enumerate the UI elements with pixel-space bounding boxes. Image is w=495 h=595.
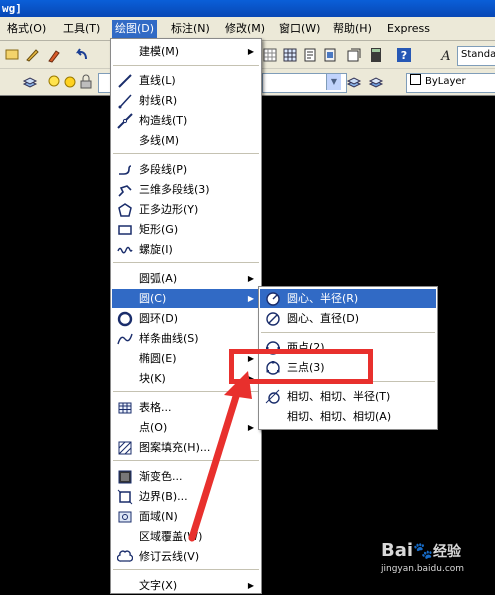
3d-polyline-icon <box>118 185 132 197</box>
submenu-item-tan-tan-tan[interactable]: 相切、相切、相切(A) <box>260 407 436 426</box>
menu-item-helix[interactable]: 螺旋(I) <box>112 240 260 259</box>
menu-item-multiline[interactable]: 多线(M) <box>112 131 260 150</box>
menu-separator <box>113 262 259 263</box>
menu-item-point[interactable]: 点(O) ▶ <box>112 418 260 437</box>
menu-modify[interactable]: 修改(M) <box>222 20 268 38</box>
color-swatch <box>410 74 421 85</box>
circle-tangent-icon <box>265 389 280 404</box>
layer-manager-icon[interactable] <box>22 74 38 90</box>
polygon-icon <box>118 203 132 217</box>
draw-menu: 建模(M) ▶ 直线(L) 射线(R) 构造线(T) 多线(M) 多段线(P) 三… <box>110 38 262 594</box>
window-title-bar: wg] <box>0 0 495 17</box>
color-control-combo[interactable]: ByLayer <box>406 73 495 93</box>
menu-item-spline[interactable]: 样条曲线(S) <box>112 329 260 348</box>
menu-separator <box>113 153 259 154</box>
layer-previous-icon[interactable] <box>368 74 384 90</box>
menu-item-construction-line[interactable]: 构造线(T) <box>112 111 260 130</box>
sheet-set-icon[interactable] <box>346 47 362 63</box>
match-properties-icon[interactable] <box>4 47 20 63</box>
watermark-brand-suffix: 经验 <box>432 544 461 560</box>
submenu-item-tan-tan-radius[interactable]: 相切、相切、半径(T) <box>260 387 436 406</box>
menu-separator <box>113 569 259 570</box>
pencil-icon[interactable] <box>24 47 40 63</box>
polyline-icon <box>119 165 132 175</box>
make-layer-current-icon[interactable] <box>346 74 362 90</box>
menu-item-revision-cloud[interactable]: 修订云线(V) <box>112 547 260 566</box>
submenu-arrow-icon: ▶ <box>247 294 254 303</box>
watermark-brand: Bai <box>381 540 414 561</box>
design-center-icon[interactable] <box>302 47 318 63</box>
window-title: wg] <box>2 2 22 15</box>
revision-cloud-icon <box>117 550 133 562</box>
table-icon <box>118 402 132 414</box>
menu-item-polygon[interactable]: 正多边形(Y) <box>112 200 260 219</box>
ray-icon <box>118 94 132 109</box>
tool-palette-icon[interactable] <box>262 47 278 63</box>
submenu-item-center-radius[interactable]: 圆心、半径(R) <box>260 289 436 308</box>
menu-item-donut[interactable]: 圆环(D) <box>112 309 260 328</box>
highlight-box-annotation <box>229 349 373 384</box>
submenu-arrow-icon: ▶ <box>247 274 254 283</box>
watermark: Bai🐾经验 jingyan.baidu.com <box>381 540 491 590</box>
calculator-icon[interactable] <box>368 47 384 63</box>
menu-help[interactable]: 帮助(H) <box>330 20 375 38</box>
help-icon[interactable]: ? <box>396 47 412 63</box>
light-bulb-icon <box>48 75 60 87</box>
menu-item-3d-polyline[interactable]: 三维多段线(3) <box>112 180 260 199</box>
menu-item-gradient[interactable]: 渐变色... <box>112 467 260 486</box>
menu-item-polyline[interactable]: 多段线(P) <box>112 160 260 179</box>
spline-icon <box>117 333 133 345</box>
line-icon <box>118 74 132 88</box>
region-icon <box>118 511 132 523</box>
lock-icon <box>80 74 92 89</box>
menu-item-wipeout[interactable]: 区域覆盖(W) <box>112 527 260 546</box>
donut-icon <box>117 311 133 327</box>
boundary-icon <box>117 489 133 505</box>
menu-item-arc[interactable]: 圆弧(A) ▶ <box>112 269 260 288</box>
menu-tools[interactable]: 工具(T) <box>60 20 103 38</box>
menu-item-modeling[interactable]: 建模(M) ▶ <box>112 42 260 61</box>
menu-item-ray[interactable]: 射线(R) <box>112 91 260 110</box>
menu-item-line[interactable]: 直线(L) <box>112 71 260 90</box>
menu-item-text[interactable]: 文字(X) ▶ <box>112 576 260 595</box>
menu-window[interactable]: 窗口(W) <box>276 20 323 38</box>
grid-icon[interactable] <box>282 47 298 63</box>
menu-format[interactable]: 格式(O) <box>4 20 49 38</box>
menu-item-table[interactable]: 表格... <box>112 398 260 417</box>
menu-draw[interactable]: 绘图(D) <box>112 20 158 38</box>
submenu-arrow-icon: ▶ <box>247 47 254 56</box>
menu-express[interactable]: Express <box>384 20 433 38</box>
menu-separator <box>113 460 259 461</box>
submenu-arrow-icon: ▶ <box>247 581 254 590</box>
menu-item-circle[interactable]: 圆(C) ▶ <box>112 289 260 308</box>
menu-separator <box>113 65 259 66</box>
text-style-combo[interactable]: Standa <box>457 46 495 66</box>
submenu-item-center-diameter[interactable]: 圆心、直径(D) <box>260 309 436 328</box>
menu-separator <box>113 391 259 392</box>
sun-icon <box>64 76 76 88</box>
circle-center-radius-icon <box>266 292 280 306</box>
chevron-down-icon[interactable]: ▼ <box>326 74 341 90</box>
hatch-icon <box>118 441 132 455</box>
watermark-url: jingyan.baidu.com <box>381 564 465 574</box>
circle-center-diameter-icon <box>266 312 280 326</box>
submenu-arrow-icon: ▶ <box>247 423 254 432</box>
paw-icon: 🐾 <box>413 541 433 560</box>
menu-separator <box>261 332 435 333</box>
menu-item-hatch[interactable]: 图案填充(H)... <box>112 438 260 457</box>
svg-text:A: A <box>440 49 450 63</box>
gradient-icon <box>118 470 132 484</box>
helix-icon <box>117 246 133 254</box>
rectangle-icon <box>118 225 132 235</box>
properties-icon[interactable] <box>322 47 338 63</box>
menu-item-rectangle[interactable]: 矩形(G) <box>112 220 260 239</box>
menu-dimension[interactable]: 标注(N) <box>168 20 213 38</box>
text-style-icon: A <box>440 49 450 63</box>
brush-icon[interactable] <box>46 47 62 63</box>
construction-line-icon <box>117 113 133 129</box>
menu-item-region[interactable]: 面域(N) <box>112 507 260 526</box>
menu-item-boundary[interactable]: 边界(B)... <box>112 487 260 506</box>
undo-icon[interactable] <box>74 47 90 63</box>
svg-text:?: ? <box>401 49 407 62</box>
